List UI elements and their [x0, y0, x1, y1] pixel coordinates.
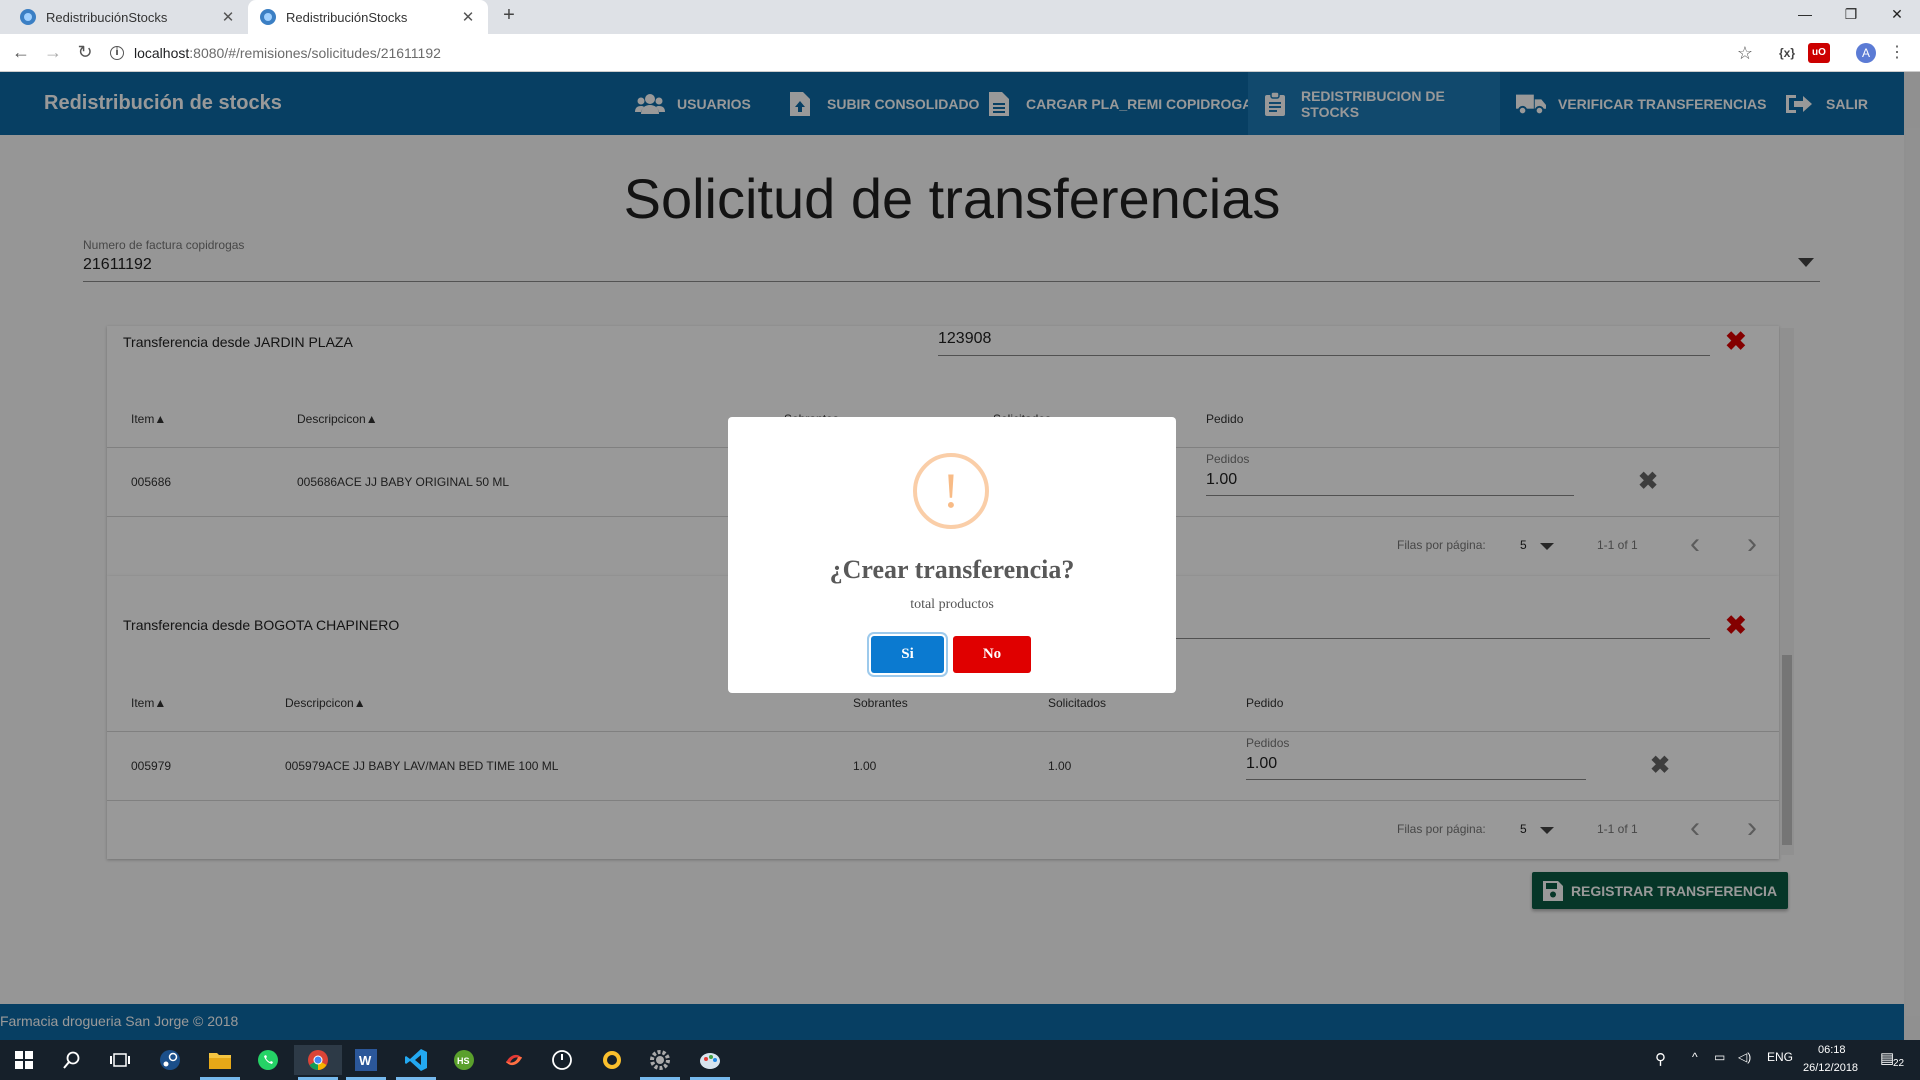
people-icon[interactable]: ⚲: [1655, 1050, 1666, 1068]
forward-icon[interactable]: →: [41, 42, 65, 63]
network-icon[interactable]: ▭: [1714, 1050, 1725, 1064]
vscode-icon[interactable]: [392, 1045, 440, 1080]
tab-close-icon[interactable]: ✕: [460, 8, 476, 26]
app-swirl-icon[interactable]: [490, 1045, 538, 1075]
paint-app-icon[interactable]: [686, 1045, 734, 1080]
settings-gear-icon[interactable]: [636, 1045, 684, 1080]
word-icon[interactable]: W: [342, 1045, 390, 1080]
minimize-icon[interactable]: —: [1782, 6, 1828, 22]
dialog-title: ¿Crear transferencia?: [829, 555, 1075, 584]
tab-close-icon[interactable]: ✕: [220, 8, 236, 26]
heidisql-icon[interactable]: HS: [440, 1045, 488, 1075]
windows-start-icon[interactable]: [0, 1045, 48, 1075]
task-view-icon[interactable]: [96, 1045, 144, 1075]
tab-title: RedistribuciónStocks: [286, 9, 408, 25]
new-tab-button[interactable]: +: [496, 4, 522, 27]
clock-date[interactable]: 26/12/2018: [1803, 1062, 1858, 1074]
site-favicon-icon: [20, 9, 36, 25]
svg-text:HS: HS: [457, 1056, 470, 1066]
power-app-icon[interactable]: [538, 1045, 586, 1075]
search-icon[interactable]: [48, 1045, 96, 1075]
profile-avatar[interactable]: A: [1856, 43, 1876, 63]
ublock-extension-icon[interactable]: uO: [1808, 43, 1830, 63]
ring-app-icon[interactable]: [588, 1045, 636, 1075]
tab-title: RedistribuciónStocks: [46, 9, 168, 25]
extension-icon[interactable]: {x}: [1776, 43, 1798, 63]
site-favicon-icon: [260, 9, 276, 25]
svg-text:W: W: [359, 1053, 372, 1068]
url-host: localhost: [134, 45, 190, 61]
steam-icon[interactable]: [146, 1045, 194, 1075]
clock-time[interactable]: 06:18: [1818, 1044, 1846, 1056]
reload-icon[interactable]: ↻: [73, 42, 97, 63]
address-bar[interactable]: i localhost:8080/#/remisiones/solicitude…: [110, 39, 1750, 67]
file-explorer-icon[interactable]: [196, 1045, 244, 1080]
browser-tab-2[interactable]: RedistribuciónStocks ✕: [248, 0, 488, 34]
url-path: :8080/#/remisiones/solicitudes/21611192: [189, 45, 441, 61]
warning-icon: !: [913, 453, 989, 529]
site-info-icon[interactable]: i: [110, 46, 124, 60]
whatsapp-icon[interactable]: [244, 1045, 292, 1075]
confirm-button[interactable]: Si: [871, 636, 944, 673]
notifications-count: 22: [1893, 1058, 1905, 1069]
browser-menu-icon[interactable]: ⋮: [1886, 43, 1908, 63]
volume-icon[interactable]: ◁): [1738, 1050, 1751, 1064]
chrome-icon[interactable]: [294, 1045, 342, 1080]
restore-icon[interactable]: ❐: [1828, 6, 1874, 23]
cancel-button[interactable]: No: [953, 636, 1031, 673]
language-indicator[interactable]: ENG: [1767, 1050, 1793, 1064]
bookmark-star-icon[interactable]: ☆: [1734, 43, 1756, 63]
dialog-text: total productos: [910, 597, 994, 612]
chevron-up-icon[interactable]: ^: [1692, 1050, 1698, 1064]
back-icon[interactable]: ←: [9, 42, 33, 63]
browser-tab-1[interactable]: RedistribuciónStocks ✕: [8, 0, 248, 34]
close-window-icon[interactable]: ✕: [1874, 6, 1920, 23]
confirm-dialog: ! ¿Crear transferencia? total productos …: [728, 417, 1176, 693]
